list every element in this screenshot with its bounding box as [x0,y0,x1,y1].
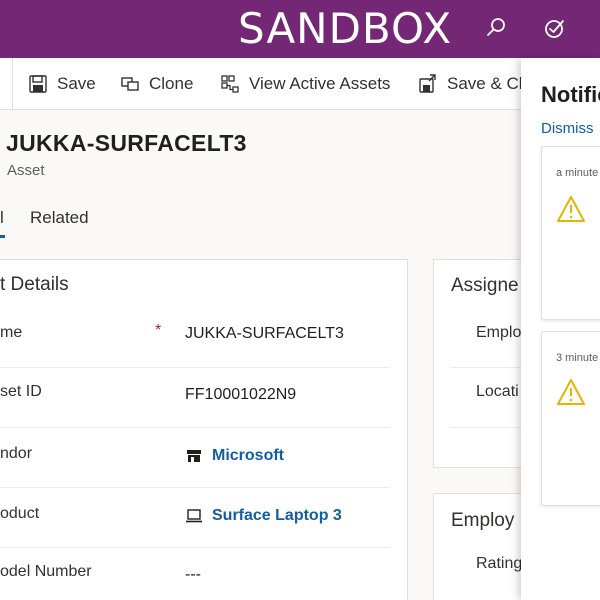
product-value: Surface Laptop 3 [212,507,342,524]
save-and-close-label: Save & Cl [447,74,523,93]
field-label-model-number: odel Number [0,563,92,580]
notification-time: a minute [556,167,599,179]
row-divider [0,547,390,548]
asset-id-field[interactable]: FF10001022N9 [185,386,296,404]
hierarchy-icon [221,75,239,93]
task-check-icon[interactable] [543,16,567,40]
tab-general[interactable]: l [0,208,4,228]
row-divider [0,427,390,428]
save-and-close-button[interactable]: Save & Cl [418,73,523,95]
save-close-icon [419,74,436,93]
store-icon [187,450,201,462]
clone-icon [121,77,139,91]
notifications-title: Notifications [541,82,600,107]
model-number-field[interactable]: --- [185,566,201,584]
assigned-section-title: Assigne [451,275,519,296]
save-button[interactable]: Save [28,73,96,95]
clone-button[interactable]: Clone [120,73,193,95]
warning-icon [556,195,586,223]
vendor-value: Microsoft [212,447,284,464]
field-label-vendor: ndor [0,445,33,462]
field-label-location: Locati [476,383,519,400]
environment-label: SANDBOX [238,4,453,53]
clone-label: Clone [149,74,194,93]
tab-related[interactable]: Related [30,208,89,228]
dismiss-all-link[interactable]: Dismiss [541,120,594,137]
field-label-rating: Rating [476,555,523,572]
employee-section-title: Employ [451,510,515,531]
save-icon [29,75,47,93]
view-active-assets-label: View Active Assets [249,74,391,93]
notification-card[interactable]: a minute [541,146,600,320]
field-label-product: oduct [0,505,40,522]
record-title: JUKKA-SURFACELT3 [6,130,247,156]
row-divider [0,487,390,488]
asset-details-title: t Details [0,274,69,295]
notification-time: 3 minute [556,352,599,364]
field-label-employee: Emplo [476,324,522,341]
row-divider [0,367,390,368]
vendor-lookup-link[interactable]: Microsoft [185,447,284,465]
top-banner: SANDBOX [0,0,600,58]
notifications-panel: Notifications Dismiss a minute 3 minute [521,58,600,600]
warning-icon [556,378,586,406]
notification-card[interactable]: 3 minute [541,331,600,506]
record-entity-type: Asset [7,162,45,179]
command-bar: Save Clone View Active Assets Save & Cl [0,58,600,110]
view-active-assets-button[interactable]: View Active Assets [220,73,390,95]
laptop-icon [186,509,202,523]
active-tab-indicator [0,235,5,238]
row-divider [450,427,530,428]
product-lookup-link[interactable]: Surface Laptop 3 [185,507,342,525]
search-icon[interactable] [484,16,508,40]
asset-details-section [0,259,408,600]
field-label-name: me [0,324,23,341]
save-label: Save [57,74,96,93]
field-label-asset-id: set ID [0,383,42,400]
name-field[interactable]: JUKKA-SURFACELT3 [185,325,344,343]
command-bar-divider [12,58,13,110]
row-divider [450,367,530,368]
required-marker: * [155,322,162,339]
